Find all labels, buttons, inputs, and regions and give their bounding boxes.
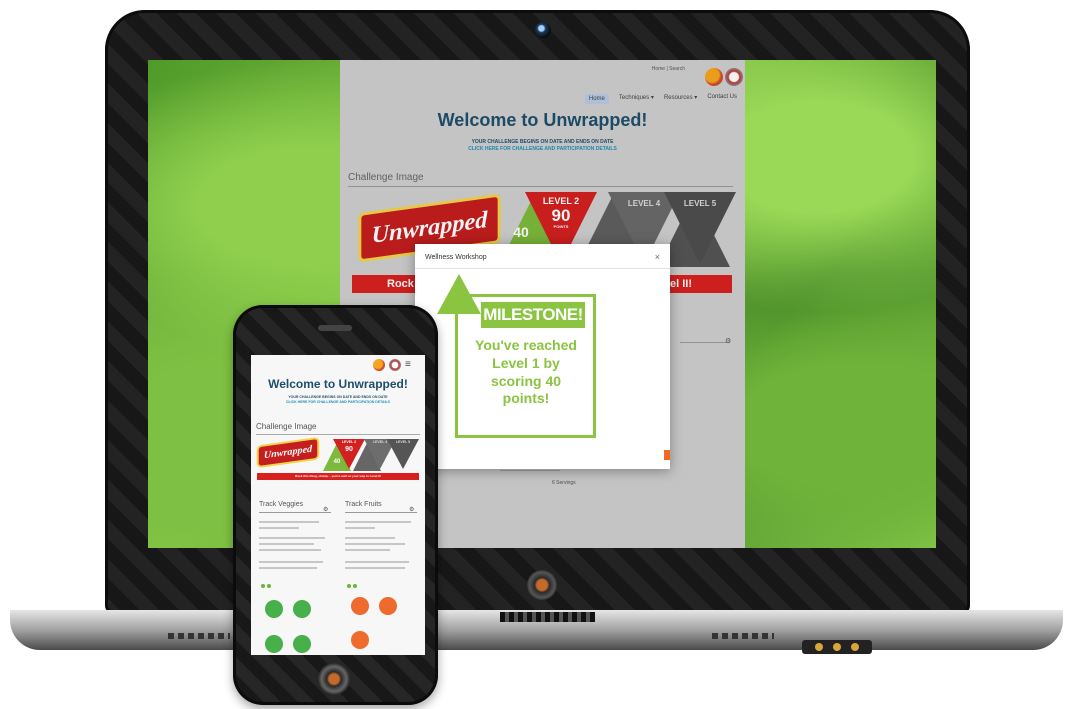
modal-header-divider: [415, 268, 670, 269]
port-icon: [851, 643, 859, 651]
veggies-text-line: [259, 543, 314, 545]
fruit-serving-button[interactable]: [351, 631, 369, 649]
webcam-icon: [535, 22, 551, 38]
milestone-modal: Wellness Workshop × MILESTONE! You've re…: [415, 244, 670, 469]
hamburger-menu-icon[interactable]: ≡: [405, 360, 411, 370]
fruits-dot-icon: [353, 584, 357, 588]
fruits-calendar-icon[interactable]: ⚙: [409, 506, 414, 513]
track-fruits-title: Track Fruits: [345, 501, 382, 508]
page-title: Welcome to Unwrapped!: [268, 377, 408, 391]
track-veggies-title: Track Veggies: [259, 501, 304, 508]
fruits-text-line: [345, 549, 390, 551]
modal-edge-orange: [664, 450, 670, 460]
veggies-text-line: [259, 527, 299, 529]
milestone-heading: MILESTONE!: [481, 302, 585, 328]
veggies-dot-icon: [261, 584, 265, 588]
mobile-website: ≡ Welcome to Unwrapped! YOUR CHALLENGE B…: [251, 355, 425, 655]
port-icon: [833, 643, 841, 651]
veggies-text-line: [259, 561, 323, 563]
phone-home-button-icon: [318, 663, 350, 695]
fruit-serving-button[interactable]: [351, 597, 369, 615]
left-vent: [168, 633, 230, 639]
unwrapped-banner: Unwrapped: [258, 439, 318, 466]
milestone-card: MILESTONE! You've reached Level 1 by sco…: [455, 294, 596, 438]
fruits-text-line: [345, 543, 405, 545]
laptop-ports: [802, 640, 872, 654]
laptop-power-button-icon: [527, 570, 557, 600]
veggies-text-line: [259, 549, 321, 551]
challenge-image-label: Challenge Image: [256, 422, 317, 431]
port-icon: [815, 643, 823, 651]
veggies-text-line: [259, 537, 325, 539]
milestone-message: You've reached Level 1 by scoring 40 poi…: [475, 337, 577, 407]
challenge-dates: YOUR CHALLENGE BEGINS ON DATE AND ENDS O…: [288, 395, 388, 399]
fruits-text-line: [345, 561, 409, 563]
veggie-serving-button[interactable]: [293, 635, 311, 653]
veggie-serving-button[interactable]: [265, 635, 283, 653]
veggies-calendar-icon[interactable]: ⚙: [323, 506, 328, 513]
banner-text: Unwrapped: [263, 443, 313, 462]
fruits-text-line: [345, 527, 375, 529]
fruits-text-line: [345, 537, 395, 539]
veggies-text-line: [259, 567, 317, 569]
laptop-hinge: [500, 612, 595, 622]
brand-logo-icon: [373, 359, 385, 371]
fruits-dot-icon: [347, 584, 351, 588]
fruits-text-line: [345, 567, 405, 569]
challenge-details-link[interactable]: CLICK HERE FOR CHALLENGE AND PARTICIPATI…: [251, 400, 425, 404]
fruits-input-line[interactable]: [345, 512, 417, 513]
veggies-input-line[interactable]: [259, 512, 331, 513]
veggies-dot-icon: [267, 584, 271, 588]
fruits-text-line: [345, 521, 411, 523]
progress-message-bar: Rock this thing, champ... you're well on…: [257, 473, 419, 480]
modal-title: Wellness Workshop: [425, 254, 487, 261]
veggie-serving-button[interactable]: [265, 600, 283, 618]
right-vent: [712, 633, 774, 639]
veggie-serving-button[interactable]: [293, 600, 311, 618]
level5-label: LEVEL 5: [395, 440, 411, 444]
phone-speaker: [318, 325, 352, 331]
fruit-serving-button[interactable]: [379, 597, 397, 615]
milestone-triangle-icon: [437, 274, 481, 314]
seal-logo-icon: [389, 359, 401, 371]
close-icon[interactable]: ×: [655, 252, 660, 262]
section-divider: [256, 434, 420, 435]
veggies-text-line: [259, 521, 319, 523]
